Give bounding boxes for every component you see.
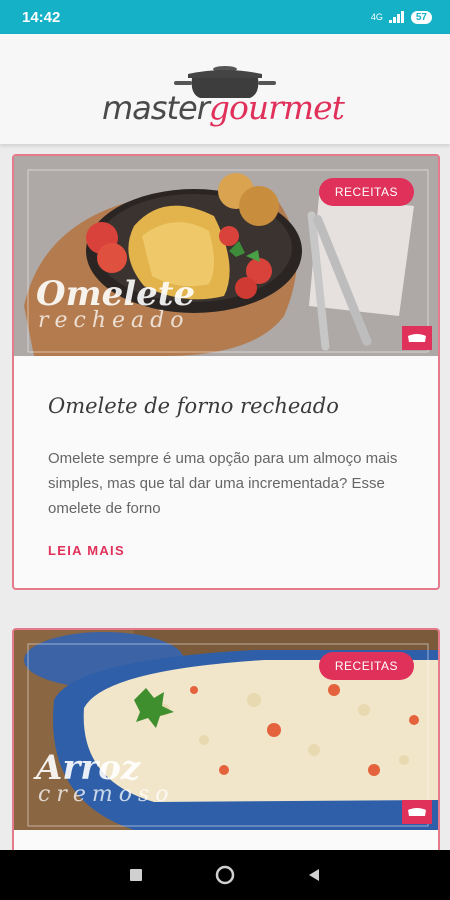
back-triangle-icon[interactable] [306,867,322,883]
recipe-card[interactable]: RECEITAS Arroz cremoso [12,628,440,850]
image-overlay-subtitle: recheado [38,308,190,333]
pot-logo-icon [402,800,432,824]
image-overlay-subtitle: cremoso [38,782,175,807]
network-type: 4G [370,12,383,22]
battery-indicator: 57 [410,10,432,24]
system-nav-bar [0,850,450,900]
recipe-title[interactable]: Omelete de forno recheado [48,394,404,418]
recipe-card[interactable]: RECEITAS Omelete recheado Omelete de for… [12,154,440,590]
recents-square-icon[interactable] [128,867,144,883]
logo-gourmet-text: gourmet [208,88,345,127]
brand-logo[interactable]: mastergourmet [100,44,350,134]
signal-icon [388,11,404,23]
category-badge[interactable]: RECEITAS [318,652,414,680]
app-header: mastergourmet [0,34,450,144]
pot-logo-icon [402,326,432,350]
recipe-excerpt: Omelete sempre é uma opção para um almoç… [48,450,398,517]
logo-master-text: master [102,89,210,127]
recipe-feed[interactable]: RECEITAS Omelete recheado Omelete de for… [0,144,450,850]
recipe-image[interactable]: RECEITAS Omelete recheado [14,156,438,356]
recipe-image[interactable]: RECEITAS Arroz cremoso [14,630,438,830]
status-bar: 14:42 4G 57 [0,0,450,34]
status-icons: 4G 57 [370,10,432,24]
card-body: Omelete de forno recheado Omelete sempre… [14,356,438,560]
read-more-link[interactable]: LEIA MAIS [48,543,125,558]
home-circle-icon[interactable] [214,864,236,886]
category-badge[interactable]: RECEITAS [318,178,414,206]
status-time: 14:42 [22,8,61,26]
